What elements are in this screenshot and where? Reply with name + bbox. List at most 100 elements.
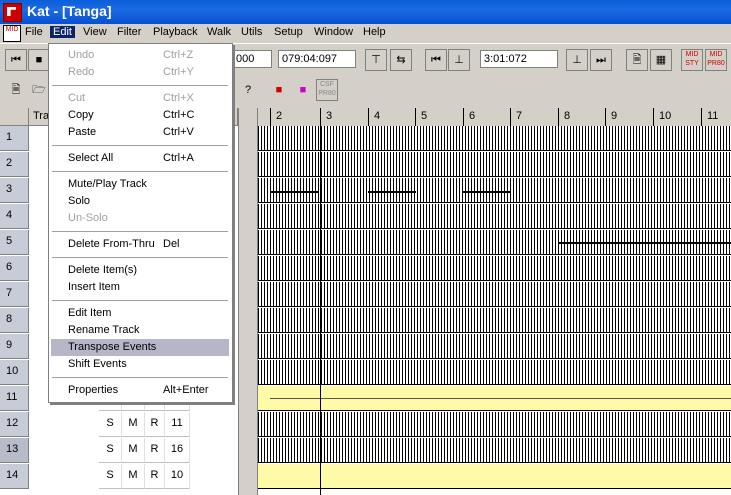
previous-icon[interactable]: ⏮ bbox=[425, 49, 447, 71]
track-lane[interactable] bbox=[258, 334, 731, 359]
copy-doc-icon[interactable]: 🗎 bbox=[626, 49, 648, 71]
channel-value[interactable]: 10 bbox=[165, 464, 190, 489]
next-icon[interactable]: ⏭ bbox=[590, 49, 612, 71]
track-lane[interactable] bbox=[258, 386, 731, 411]
red-mark-icon[interactable]: ■ bbox=[268, 79, 290, 101]
track-lane[interactable] bbox=[258, 412, 731, 437]
track-lane[interactable] bbox=[258, 438, 731, 463]
csf-pr80-button[interactable]: CSF PR80 bbox=[316, 79, 338, 101]
position-field-3[interactable]: 3:01:072 bbox=[480, 50, 558, 68]
menu-bar: MID File Edit View Filter Playback Walk … bbox=[0, 24, 731, 44]
menu-item-select-all[interactable]: Select All Ctrl+A bbox=[51, 150, 229, 167]
track-lane[interactable] bbox=[258, 152, 731, 177]
track-lane[interactable] bbox=[258, 360, 731, 385]
new-file-icon[interactable]: 🗎 bbox=[5, 79, 27, 101]
measure-ruler[interactable]: 2 3 4 5 6 7 8 9 10 11 bbox=[258, 108, 731, 127]
track-lane[interactable] bbox=[258, 282, 731, 307]
track-lane[interactable] bbox=[258, 230, 731, 255]
track-row[interactable]: 12 S M R 11 bbox=[0, 412, 238, 438]
loop-icon[interactable]: ⇆ bbox=[390, 49, 412, 71]
menu-item-mute-play-track[interactable]: Mute/Play Track bbox=[51, 176, 229, 193]
menu-item-undo: Undo Ctrl+Z bbox=[51, 47, 229, 64]
menu-item-properties[interactable]: Properties Alt+Enter bbox=[51, 382, 229, 399]
splitter[interactable] bbox=[238, 108, 258, 495]
channel-value[interactable]: 11 bbox=[165, 412, 190, 437]
marker-right-icon[interactable]: ⊥ bbox=[566, 49, 588, 71]
magenta-mark-icon[interactable]: ■ bbox=[292, 79, 314, 101]
track-number[interactable]: 11 bbox=[0, 386, 29, 411]
calculator-icon[interactable]: ▦ bbox=[650, 49, 672, 71]
ruler-tick: 3 bbox=[320, 108, 332, 126]
solo-toggle[interactable]: S bbox=[99, 464, 122, 489]
ruler-tick: 5 bbox=[415, 108, 427, 126]
menu-item-copy[interactable]: Copy Ctrl+C bbox=[51, 107, 229, 124]
record-toggle[interactable]: R bbox=[145, 412, 165, 437]
ruler-tick: 7 bbox=[510, 108, 522, 126]
mute-toggle[interactable]: M bbox=[122, 438, 145, 463]
position-field-1[interactable]: 000 bbox=[232, 50, 272, 68]
track-lane[interactable] bbox=[258, 204, 731, 229]
menu-utils[interactable]: Utils bbox=[238, 26, 265, 38]
menu-help[interactable]: Help bbox=[360, 26, 389, 38]
track-lane[interactable] bbox=[258, 256, 731, 281]
track-lane[interactable] bbox=[258, 308, 731, 333]
menu-file[interactable]: File bbox=[22, 26, 46, 38]
marker-left-icon[interactable]: ⊥ bbox=[448, 49, 470, 71]
track-number[interactable]: 10 bbox=[0, 360, 29, 385]
menu-window[interactable]: Window bbox=[311, 26, 356, 38]
stop-icon[interactable]: ■ bbox=[28, 49, 50, 71]
menu-item-paste[interactable]: Paste Ctrl+V bbox=[51, 124, 229, 141]
solo-toggle[interactable]: S bbox=[99, 412, 122, 437]
track-number[interactable]: 4 bbox=[0, 204, 29, 229]
track-lane[interactable] bbox=[258, 464, 731, 489]
mute-toggle[interactable]: M bbox=[122, 412, 145, 437]
open-folder-icon[interactable]: 🗁 bbox=[28, 79, 50, 101]
menu-setup[interactable]: Setup bbox=[271, 26, 306, 38]
track-number[interactable]: 2 bbox=[0, 152, 29, 177]
menu-item-transpose-events[interactable]: Transpose Events bbox=[51, 339, 229, 356]
menu-item-solo[interactable]: Solo bbox=[51, 193, 229, 210]
mid-pr80-button[interactable]: MID PR80 bbox=[705, 49, 727, 71]
app-icon[interactable] bbox=[3, 3, 22, 22]
locate-icon[interactable]: ⊤ bbox=[365, 49, 387, 71]
track-number[interactable]: 8 bbox=[0, 308, 29, 333]
position-field-2[interactable]: 079:04:097 bbox=[278, 50, 356, 68]
channel-value[interactable]: 16 bbox=[165, 438, 190, 463]
track-row[interactable]: 13 S M R 16 bbox=[0, 438, 238, 464]
track-lane[interactable] bbox=[258, 178, 731, 203]
track-number[interactable]: 6 bbox=[0, 256, 29, 281]
menu-playback[interactable]: Playback bbox=[150, 26, 201, 38]
menu-item-label: Copy bbox=[68, 109, 94, 121]
track-number[interactable]: 1 bbox=[0, 126, 29, 151]
track-number[interactable]: 9 bbox=[0, 334, 29, 359]
track-number[interactable]: 3 bbox=[0, 178, 29, 203]
menu-item-shift-events[interactable]: Shift Events bbox=[51, 356, 229, 373]
mute-toggle[interactable]: M bbox=[122, 464, 145, 489]
event-area[interactable] bbox=[258, 126, 731, 495]
menu-edit[interactable]: Edit bbox=[50, 26, 75, 38]
document-icon[interactable]: MID bbox=[3, 25, 21, 42]
menu-item-delete-from-thru[interactable]: Delete From-Thru Del bbox=[51, 236, 229, 253]
record-toggle[interactable]: R bbox=[145, 438, 165, 463]
help-pointer-icon[interactable]: ? bbox=[237, 79, 259, 101]
menu-item-delete-item-s[interactable]: Delete Item(s) bbox=[51, 262, 229, 279]
menu-item-shortcut: Ctrl+Y bbox=[163, 66, 194, 78]
mid-sty-button[interactable]: MID STY bbox=[681, 49, 703, 71]
menu-view[interactable]: View bbox=[80, 26, 110, 38]
track-lane[interactable] bbox=[258, 126, 731, 151]
track-number[interactable]: 14 bbox=[0, 464, 29, 489]
rewind-start-icon[interactable]: ⏮ bbox=[5, 49, 27, 71]
menu-item-edit-item[interactable]: Edit Item bbox=[51, 305, 229, 322]
track-number[interactable]: 12 bbox=[0, 412, 29, 437]
menu-filter[interactable]: Filter bbox=[114, 26, 144, 38]
track-number[interactable]: 13 bbox=[0, 438, 29, 463]
track-row[interactable]: 14 S M R 10 bbox=[0, 464, 238, 490]
track-number[interactable]: 7 bbox=[0, 282, 29, 307]
track-number[interactable]: 5 bbox=[0, 230, 29, 255]
menu-item-insert-item[interactable]: Insert Item bbox=[51, 279, 229, 296]
menu-walk[interactable]: Walk bbox=[204, 26, 234, 38]
record-toggle[interactable]: R bbox=[145, 464, 165, 489]
playhead[interactable] bbox=[320, 126, 321, 495]
menu-item-rename-track[interactable]: Rename Track bbox=[51, 322, 229, 339]
solo-toggle[interactable]: S bbox=[99, 438, 122, 463]
